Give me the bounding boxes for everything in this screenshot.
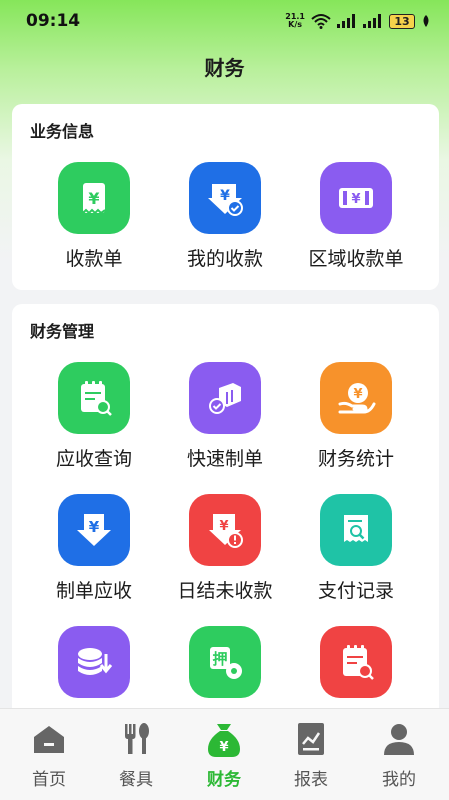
tile-label: 快速制单 — [186, 448, 263, 470]
business-info-card: 业务信息 ¥ 收款单 ¥ 我的收款 ¥ 区域收款单 — [12, 104, 439, 290]
coin-hand-icon: ¥ — [320, 362, 392, 434]
boxes-check-icon — [189, 362, 261, 434]
signal-icon-2 — [363, 14, 381, 28]
tile-payment-records[interactable]: 支付记录 — [286, 494, 426, 603]
svg-text:¥: ¥ — [353, 387, 362, 402]
tab-finance[interactable]: ¥ 财务 — [184, 719, 264, 790]
tab-label: 我的 — [382, 770, 416, 790]
wifi-icon — [311, 14, 331, 29]
svg-text:押: 押 — [212, 650, 227, 668]
fork-spoon-icon — [96, 719, 176, 759]
business-info-title: 业务信息 — [30, 122, 95, 141]
tile-label: 应收查询 — [55, 448, 132, 470]
status-time: 09:14 — [26, 11, 81, 31]
tile-area-receipt[interactable]: ¥ 区域收款单 — [286, 162, 426, 271]
tab-label: 报表 — [294, 770, 328, 790]
tab-home[interactable]: 首页 — [9, 719, 89, 790]
home-icon — [9, 719, 89, 759]
tile-label: 区域收款单 — [308, 248, 404, 270]
signal-icon — [337, 14, 355, 28]
tile-finance-stats[interactable]: ¥ 财务统计 — [286, 362, 426, 471]
svg-text:¥: ¥ — [88, 189, 99, 208]
tab-label: 财务 — [207, 770, 241, 790]
yen-download-check-icon: ¥ — [189, 162, 261, 234]
tile-deposit-gear[interactable]: 押 — [155, 626, 295, 708]
svg-text:¥: ¥ — [219, 519, 228, 534]
net-speed: 21.1 K/s — [285, 13, 305, 29]
user-icon — [359, 719, 439, 759]
tile-quick-order[interactable]: 快速制单 — [155, 362, 295, 471]
battery-indicator: 13 — [389, 13, 415, 29]
banknote-icon: ¥ — [320, 162, 392, 234]
notepad-search-icon — [58, 362, 130, 434]
svg-text:¥: ¥ — [220, 188, 230, 204]
svg-text:¥: ¥ — [219, 740, 228, 755]
finance-management-card: 财务管理 应收查询 快速制单 ¥ 财务统计 ¥ 制单应收 ¥ 日结未收款 支付记… — [12, 304, 439, 724]
tile-clipboard-search[interactable] — [286, 626, 426, 708]
tile-label: 日结未收款 — [177, 580, 273, 602]
tile-my-payments[interactable]: ¥ 我的收款 — [155, 162, 295, 271]
tab-reports[interactable]: 报表 — [271, 719, 351, 790]
tile-receivable-query[interactable]: 应收查询 — [24, 362, 164, 471]
tile-label: 财务统计 — [317, 448, 394, 470]
tile-label: 我的收款 — [186, 248, 263, 270]
yen-arrow-down-icon: ¥ — [58, 494, 130, 566]
report-chart-icon — [271, 719, 351, 759]
tile-label: 制单应收 — [55, 580, 132, 602]
finance-management-title: 财务管理 — [30, 322, 95, 341]
tile-label: 收款单 — [65, 248, 123, 270]
page-title: 财务 — [204, 56, 245, 80]
bottom-tab-bar: 首页 餐具 ¥ 财务 报表 我的 — [0, 708, 449, 800]
leaf-icon — [423, 15, 429, 27]
yen-alert-icon: ¥ — [189, 494, 261, 566]
svg-text:¥: ¥ — [89, 518, 100, 536]
tile-daily-unpaid[interactable]: ¥ 日结未收款 — [155, 494, 295, 603]
deposit-gear-icon: 押 — [189, 626, 261, 698]
money-bag-icon: ¥ — [184, 719, 264, 759]
tab-profile[interactable]: 我的 — [359, 719, 439, 790]
tile-coins-download[interactable] — [24, 626, 164, 708]
tab-label: 餐具 — [119, 770, 153, 790]
receipt-yen-icon: ¥ — [58, 162, 130, 234]
svg-text:¥: ¥ — [351, 192, 360, 207]
net-speed-unit: K/s — [288, 20, 303, 29]
status-bar: 09:14 21.1 K/s 13 — [0, 0, 449, 42]
coins-download-icon — [58, 626, 130, 698]
tile-label: 支付记录 — [317, 580, 394, 602]
clipboard-search-icon — [320, 626, 392, 698]
receipt-search-icon — [320, 494, 392, 566]
tile-receipt[interactable]: ¥ 收款单 — [24, 162, 164, 271]
tab-label: 首页 — [32, 770, 66, 790]
status-icons: 21.1 K/s 13 — [285, 13, 431, 29]
tab-tableware[interactable]: 餐具 — [96, 719, 176, 790]
tile-order-receivable[interactable]: ¥ 制单应收 — [24, 494, 164, 603]
